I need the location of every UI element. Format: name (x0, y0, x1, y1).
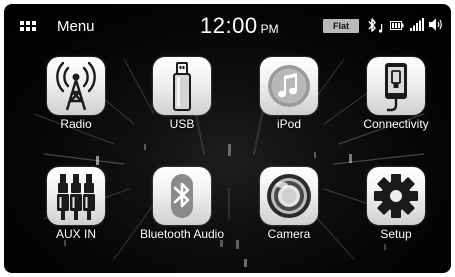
app-camera[interactable]: Camera (239, 167, 339, 241)
rca-plugs-icon (57, 174, 95, 220)
signal-icon (410, 18, 424, 31)
app-ipod-tile[interactable] (260, 57, 318, 115)
app-usb-tile[interactable] (153, 57, 211, 115)
app-label-ipod: iPod (276, 117, 302, 131)
menu-button[interactable]: Menu (57, 18, 95, 35)
app-camera-tile[interactable] (260, 167, 318, 225)
app-usb[interactable]: USB (132, 57, 232, 131)
app-label-connectivity: Connectivity (363, 117, 429, 131)
music-note-icon (268, 65, 310, 107)
eq-badge[interactable]: Flat (323, 19, 359, 33)
app-connectivity-tile[interactable] (367, 57, 425, 115)
app-setup-tile[interactable] (367, 167, 425, 225)
music-note-small-icon (379, 24, 383, 33)
app-ipod[interactable]: iPod (239, 57, 339, 131)
grid-icon[interactable] (20, 21, 36, 31)
phone-connect-icon (385, 63, 407, 112)
clock: 12:00 PM (200, 13, 279, 39)
app-setup[interactable]: Setup (346, 167, 446, 241)
status-bar: Menu 12:00 PM Flat (4, 4, 451, 44)
bluetooth-icon (368, 18, 376, 32)
app-label-aux-in: AUX IN (55, 227, 96, 241)
clock-ampm: PM (260, 22, 279, 36)
app-aux-in[interactable]: AUX IN (26, 167, 126, 241)
app-radio-tile[interactable] (47, 57, 105, 115)
app-aux-in-tile[interactable] (47, 167, 105, 225)
bluetooth-icon (171, 174, 193, 218)
app-bluetooth-audio-tile[interactable] (153, 167, 211, 225)
app-bluetooth-audio[interactable]: Bluetooth Audio (132, 167, 232, 241)
gear-icon (374, 174, 418, 218)
clock-time: 12:00 (200, 13, 258, 38)
app-label-radio: Radio (60, 117, 92, 131)
battery-icon (390, 21, 404, 30)
app-label-setup: Setup (380, 227, 412, 241)
app-label-camera: Camera (267, 227, 311, 241)
radio-tower-icon (56, 61, 96, 111)
home-screen: Menu 12:00 PM Flat Radio USB iPod Connec… (4, 4, 451, 273)
app-connectivity[interactable]: Connectivity (346, 57, 446, 131)
app-label-usb: USB (169, 117, 195, 131)
camera-lens-icon (267, 174, 311, 218)
app-radio[interactable]: Radio (26, 57, 126, 131)
usb-drive-icon (173, 62, 191, 111)
app-label-bluetooth-audio: Bluetooth Audio (139, 227, 225, 241)
volume-icon (429, 18, 442, 31)
